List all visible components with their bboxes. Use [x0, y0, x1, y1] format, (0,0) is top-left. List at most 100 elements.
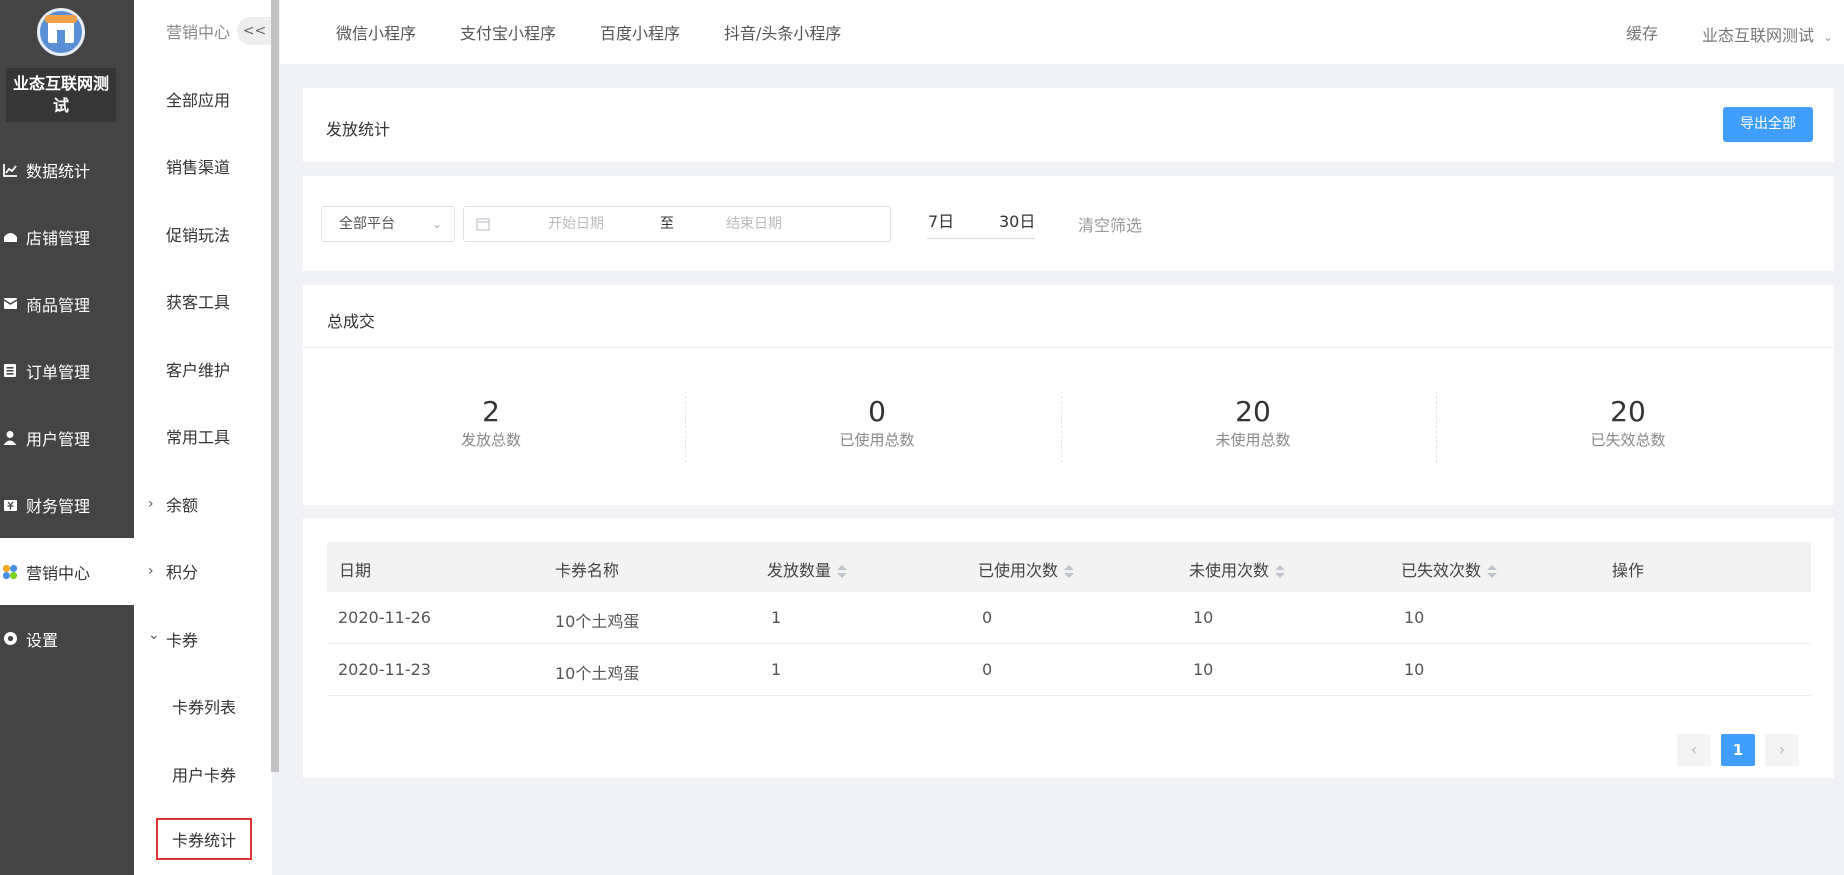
sidebar-item-data-stats[interactable]: 数据统计 — [0, 136, 134, 203]
quick-7-days-button[interactable]: 7日 — [928, 208, 954, 232]
sidebar-item-products[interactable]: 商品管理 — [0, 270, 134, 337]
col-label: 已使用次数 — [978, 561, 1059, 580]
chevron-down-icon: ⌄ — [1823, 30, 1834, 44]
stat-label: 已使用总数 — [839, 431, 915, 449]
col-issued-count[interactable]: 发放数量 — [767, 557, 848, 581]
sub-item-coupon-stats[interactable]: 卡券统计 — [156, 818, 252, 860]
sidebar-item-label: 设置 — [26, 630, 59, 650]
sub-item-label: 常用工具 — [166, 428, 231, 447]
sub-item-sales-channel[interactable]: 销售渠道 — [134, 148, 272, 184]
shop-name: 业态互联网测试 — [6, 68, 116, 122]
store-icon — [2, 229, 18, 245]
sub-item-label: 卡券统计 — [172, 831, 237, 850]
sort-icon[interactable] — [1487, 564, 1498, 580]
sub-item-label: 客户维护 — [166, 361, 231, 380]
chevron-right-icon: › — [148, 563, 154, 579]
sidebar-item-marketing[interactable]: 营销中心 — [0, 538, 134, 605]
quick-30-days-button[interactable]: 30日 — [999, 208, 1035, 232]
stat-label: 发放总数 — [460, 431, 521, 449]
stat-issued: 2 发放总数 — [303, 395, 679, 450]
sidebar-item-label: 数据统计 — [26, 161, 91, 181]
sub-item-balance[interactable]: › 余额 — [134, 486, 272, 522]
tab-alipay-miniprogram[interactable]: 支付宝小程序 — [460, 20, 556, 44]
table-row: 2020-11-23 10个土鸡蛋 1 0 10 10 — [327, 644, 1811, 696]
page-1-button[interactable]: 1 — [1721, 734, 1755, 766]
sub-item-label: 积分 — [166, 563, 199, 582]
sidebar-item-orders[interactable]: 订单管理 — [0, 337, 134, 404]
col-label: 未使用次数 — [1189, 561, 1270, 580]
sub-item-customer-care[interactable]: 客户维护 — [134, 351, 272, 387]
col-used-count[interactable]: 已使用次数 — [978, 557, 1075, 581]
sub-item-acquisition-tools[interactable]: 获客工具 — [134, 283, 272, 319]
tab-baidu-miniprogram[interactable]: 百度小程序 — [600, 20, 680, 44]
summary-card: 总成交 2 发放总数 0 已使用总数 20 未使用总数 20 已失效总数 — [303, 285, 1834, 505]
cell-unused: 10 — [1193, 608, 1214, 627]
export-all-button[interactable]: 导出全部 — [1723, 107, 1813, 142]
clear-filters-button[interactable]: 清空筛选 — [1078, 212, 1142, 236]
chevron-down-icon: ⌄ — [431, 217, 442, 231]
cache-button[interactable]: 缓存 — [1626, 20, 1658, 44]
stat-unused: 20 未使用总数 — [1065, 395, 1441, 450]
end-date-input[interactable]: 结束日期 — [726, 207, 782, 241]
sub-item-label: 卡券 — [166, 631, 199, 650]
cell-coupon-name: 10个土鸡蛋 — [555, 664, 640, 683]
account-name: 业态互联网测试 — [1702, 26, 1815, 45]
sort-icon[interactable] — [1064, 564, 1075, 580]
sort-icon[interactable] — [837, 564, 848, 580]
filter-card: 全部平台 ⌄ 开始日期 至 结束日期 7日 30日 清空筛选 — [303, 176, 1834, 271]
quick-select-underline — [927, 238, 1035, 239]
col-coupon-name: 卡券名称 — [555, 561, 620, 580]
start-date-input[interactable]: 开始日期 — [548, 207, 604, 241]
table-row: 2020-11-26 10个土鸡蛋 1 0 10 10 — [327, 592, 1811, 644]
prev-page-button[interactable]: ‹ — [1677, 734, 1711, 766]
sub-item-label: 卡券列表 — [172, 698, 237, 717]
stat-value: 2 — [482, 395, 500, 428]
date-range-picker[interactable]: 开始日期 至 结束日期 — [463, 206, 891, 242]
platform-select-value: 全部平台 — [339, 216, 395, 232]
sidebar-scrollbar[interactable] — [271, 0, 279, 772]
cell-issued: 1 — [771, 608, 782, 627]
collapse-sidebar-button[interactable]: << — [237, 17, 272, 45]
sidebar-item-store[interactable]: 店铺管理 — [0, 203, 134, 270]
tab-wechat-miniprogram[interactable]: 微信小程序 — [336, 20, 416, 44]
sub-item-coupon-list[interactable]: 卡券列表 — [134, 688, 272, 724]
sidebar-item-settings[interactable]: 设置 — [0, 605, 134, 672]
sub-item-all-apps[interactable]: 全部应用 — [134, 81, 272, 117]
header-card: 发放统计 导出全部 — [303, 88, 1834, 162]
sub-item-coupons[interactable]: ⌄ 卡券 — [134, 621, 272, 657]
finance-icon — [2, 497, 18, 513]
tab-douyin-miniprogram[interactable]: 抖音/头条小程序 — [724, 20, 841, 44]
next-page-button[interactable]: › — [1765, 734, 1799, 766]
col-label: 已失效次数 — [1401, 561, 1482, 580]
account-menu[interactable]: 业态互联网测试 ⌄ — [1702, 22, 1833, 46]
sub-item-points[interactable]: › 积分 — [134, 553, 272, 589]
stat-label: 未使用总数 — [1215, 431, 1291, 449]
sub-item-promotions[interactable]: 促销玩法 — [134, 216, 272, 252]
sidebar-item-label: 财务管理 — [26, 496, 91, 516]
stat-value: 20 — [1610, 395, 1646, 428]
cell-coupon-name: 10个土鸡蛋 — [555, 612, 640, 631]
top-bar: 微信小程序 支付宝小程序 百度小程序 抖音/头条小程序 缓存 业态互联网测试 ⌄ — [280, 0, 1844, 64]
sub-item-common-tools[interactable]: 常用工具 — [134, 418, 272, 454]
sub-item-label: 余额 — [166, 496, 199, 515]
sub-item-label: 促销玩法 — [166, 226, 231, 245]
sidebar-item-users[interactable]: 用户管理 — [0, 404, 134, 471]
sub-item-user-coupons[interactable]: 用户卡券 — [134, 756, 272, 792]
col-expired-count[interactable]: 已失效次数 — [1401, 557, 1498, 581]
col-label: 发放数量 — [767, 561, 832, 580]
page-title: 发放统计 — [326, 120, 391, 139]
sort-icon[interactable] — [1275, 564, 1286, 580]
marketing-icon — [2, 564, 18, 580]
stat-expired: 20 已失效总数 — [1440, 395, 1816, 450]
sidebar-item-finance[interactable]: 财务管理 — [0, 471, 134, 538]
sub-item-label: 用户卡券 — [172, 766, 237, 785]
cell-issued: 1 — [771, 660, 782, 679]
platform-select[interactable]: 全部平台 ⌄ — [321, 206, 455, 242]
stat-divider — [685, 391, 686, 463]
stat-label: 已失效总数 — [1590, 431, 1666, 449]
col-unused-count[interactable]: 未使用次数 — [1189, 557, 1286, 581]
sidebar-item-label: 用户管理 — [26, 429, 91, 449]
stat-divider — [1061, 391, 1062, 463]
table-header: 日期 卡券名称 发放数量 已使用次数 未使用次数 已失效次数 操作 — [327, 542, 1811, 592]
calendar-icon — [476, 207, 490, 241]
